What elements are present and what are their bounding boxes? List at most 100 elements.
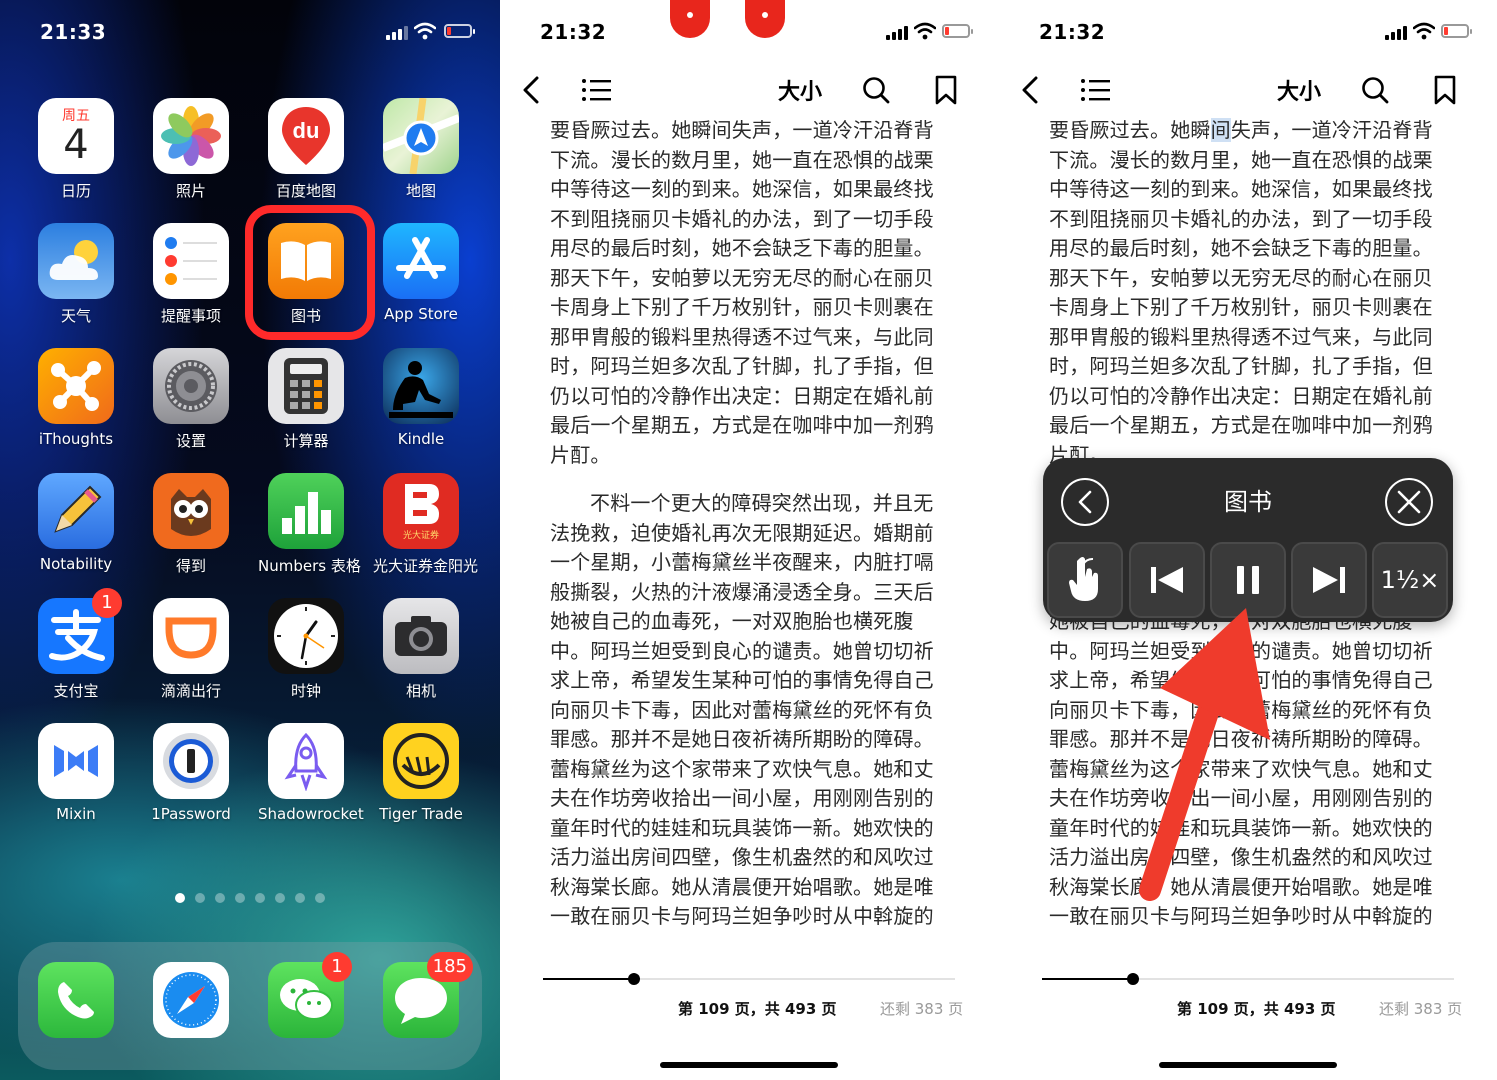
pause-icon bbox=[1237, 566, 1259, 594]
app-settings[interactable]: 设置 bbox=[143, 348, 239, 451]
speak-pause-button[interactable] bbox=[1210, 542, 1286, 618]
baidu-map-icon: du bbox=[268, 98, 344, 174]
touch-icon bbox=[1069, 557, 1098, 601]
app-numbers[interactable]: Numbers 表格 bbox=[258, 473, 361, 576]
speak-rate-button[interactable]: 1½× bbox=[1372, 542, 1448, 618]
text-after-highlight: 失声，一道冷汗沿脊背下流。漫长的数月里，她一直在恐惧的战栗中等待这一刻的到来。她… bbox=[1049, 118, 1433, 467]
home-indicator[interactable] bbox=[1159, 1062, 1337, 1068]
home-screen: 21:33 周五 4 日历 照片 du 百度地图 地图 天气 提醒事项 图书 A… bbox=[0, 0, 500, 1080]
speak-next-button[interactable] bbox=[1291, 542, 1367, 618]
app-reminders[interactable]: 提醒事项 bbox=[143, 223, 239, 326]
page-scrubber[interactable] bbox=[543, 973, 955, 985]
tiger-trade-icon bbox=[383, 723, 459, 799]
app-everbright[interactable]: 光大证券 光大证券金阳光 bbox=[373, 473, 478, 576]
speak-previous-button[interactable] bbox=[1129, 542, 1205, 618]
close-icon bbox=[1397, 490, 1421, 514]
wifi-icon bbox=[414, 22, 436, 40]
app-label: Tiger Trade bbox=[379, 805, 463, 823]
page-scrubber[interactable] bbox=[1042, 973, 1454, 985]
speak-touch-button[interactable] bbox=[1047, 542, 1123, 618]
paragraph: 要昏厥过去。她瞬间失声，一道冷汗沿脊背下流。漫长的数月里，她一直在恐惧的战栗中等… bbox=[1049, 116, 1449, 470]
text-size-button[interactable]: 大小 bbox=[776, 70, 824, 110]
calculator-icon bbox=[268, 348, 344, 424]
chevron-left-icon bbox=[523, 76, 539, 104]
cellular-signal-icon bbox=[886, 26, 910, 40]
everbright-glyph: 光大证券 bbox=[402, 530, 439, 541]
page-indicator[interactable] bbox=[0, 888, 500, 907]
back-button[interactable] bbox=[516, 70, 546, 110]
app-camera[interactable]: 相机 bbox=[373, 598, 469, 701]
status-bar: 21:32 bbox=[500, 18, 998, 48]
text-before-highlight: 要昏厥过去。她瞬 bbox=[1049, 118, 1211, 142]
paragraph: 要昏厥过去。她瞬间失声，一道冷汗沿脊背下流。漫长的数月里，她一直在恐惧的战栗中等… bbox=[550, 118, 934, 467]
paragraph: 不料一个更大的障碍突然出现，并且无法挽救，迫使婚礼再次无限期延迟。婚期前一个星期… bbox=[550, 491, 934, 928]
wifi-icon bbox=[1413, 22, 1435, 40]
app-label: 地图 bbox=[405, 182, 436, 200]
camera-icon bbox=[383, 598, 459, 674]
app-dedao[interactable]: 得到 bbox=[143, 473, 239, 576]
app-label: 滴滴出行 bbox=[160, 682, 221, 700]
books-app-highlight-ring bbox=[245, 205, 375, 340]
page-number: 第 109 页，共 493 页 bbox=[678, 1000, 837, 1018]
app-app-store[interactable]: App Store bbox=[373, 223, 469, 323]
app-calendar[interactable]: 周五 4 日历 bbox=[28, 98, 124, 201]
reminders-icon bbox=[153, 223, 229, 299]
page-dot bbox=[175, 893, 185, 903]
pages-remaining: 还剩 383 页 bbox=[1379, 1000, 1463, 1018]
battery-icon bbox=[444, 24, 475, 38]
app-label: 支付宝 bbox=[53, 682, 99, 700]
scrubber-knob[interactable] bbox=[627, 973, 640, 985]
1password-icon bbox=[153, 723, 229, 799]
mixin-icon bbox=[38, 723, 114, 799]
reader-toolbar: 大小 bbox=[999, 70, 1497, 110]
contents-button[interactable] bbox=[580, 70, 612, 110]
dock-messages[interactable]: 185 bbox=[373, 952, 473, 1038]
app-clock[interactable]: 时钟 bbox=[258, 598, 354, 701]
app-weather[interactable]: 天气 bbox=[28, 223, 124, 326]
page-dot bbox=[195, 893, 205, 903]
app-photos[interactable]: 照片 bbox=[143, 98, 239, 201]
status-time: 21:32 bbox=[540, 20, 607, 44]
app-mixin[interactable]: Mixin bbox=[28, 723, 124, 823]
didi-icon bbox=[153, 598, 229, 674]
app-baidu-map[interactable]: du 百度地图 bbox=[258, 98, 354, 201]
back-button[interactable] bbox=[1015, 70, 1045, 110]
contents-button[interactable] bbox=[1079, 70, 1111, 110]
app-label: Numbers 表格 bbox=[258, 557, 361, 575]
text-size-button[interactable]: 大小 bbox=[1275, 70, 1323, 110]
photos-icon bbox=[153, 98, 229, 174]
app-label: 提醒事项 bbox=[160, 307, 221, 325]
app-ithoughts[interactable]: iThoughts bbox=[28, 348, 124, 448]
status-bar: 21:32 bbox=[999, 18, 1497, 48]
app-tiger-trade[interactable]: Tiger Trade bbox=[373, 723, 469, 823]
search-button[interactable] bbox=[1359, 70, 1391, 110]
app-calculator[interactable]: 计算器 bbox=[258, 348, 354, 451]
app-notability[interactable]: Notability bbox=[28, 473, 124, 573]
bookmark-button[interactable] bbox=[1431, 70, 1459, 110]
app-1password[interactable]: 1Password bbox=[143, 723, 239, 823]
notification-badge: 1 bbox=[322, 952, 352, 982]
dock-wechat[interactable]: 1 bbox=[258, 952, 354, 1038]
battery-icon bbox=[942, 24, 973, 38]
app-label: 1Password bbox=[151, 805, 231, 823]
list-icon bbox=[1081, 79, 1110, 101]
app-kindle[interactable]: Kindle bbox=[373, 348, 469, 448]
app-alipay[interactable]: 1 支付宝 bbox=[28, 588, 124, 701]
dock-safari[interactable] bbox=[143, 962, 239, 1038]
app-label: 得到 bbox=[175, 557, 206, 575]
bookmark-button[interactable] bbox=[932, 70, 960, 110]
page-dot bbox=[295, 893, 305, 903]
search-button[interactable] bbox=[860, 70, 892, 110]
app-label: 设置 bbox=[175, 432, 206, 450]
dock-phone[interactable] bbox=[28, 962, 124, 1038]
reader-toolbar: 大小 bbox=[500, 70, 998, 110]
app-didi[interactable]: 滴滴出行 bbox=[143, 598, 239, 701]
home-indicator[interactable] bbox=[660, 1062, 838, 1068]
ithoughts-icon bbox=[38, 348, 114, 424]
app-maps[interactable]: 地图 bbox=[373, 98, 469, 201]
app-label: Kindle bbox=[397, 430, 445, 448]
page-dot bbox=[255, 893, 265, 903]
speak-close-button[interactable] bbox=[1385, 478, 1433, 526]
scrubber-knob[interactable] bbox=[1126, 973, 1139, 985]
app-shadowrocket[interactable]: Shadowrocket bbox=[258, 723, 364, 823]
